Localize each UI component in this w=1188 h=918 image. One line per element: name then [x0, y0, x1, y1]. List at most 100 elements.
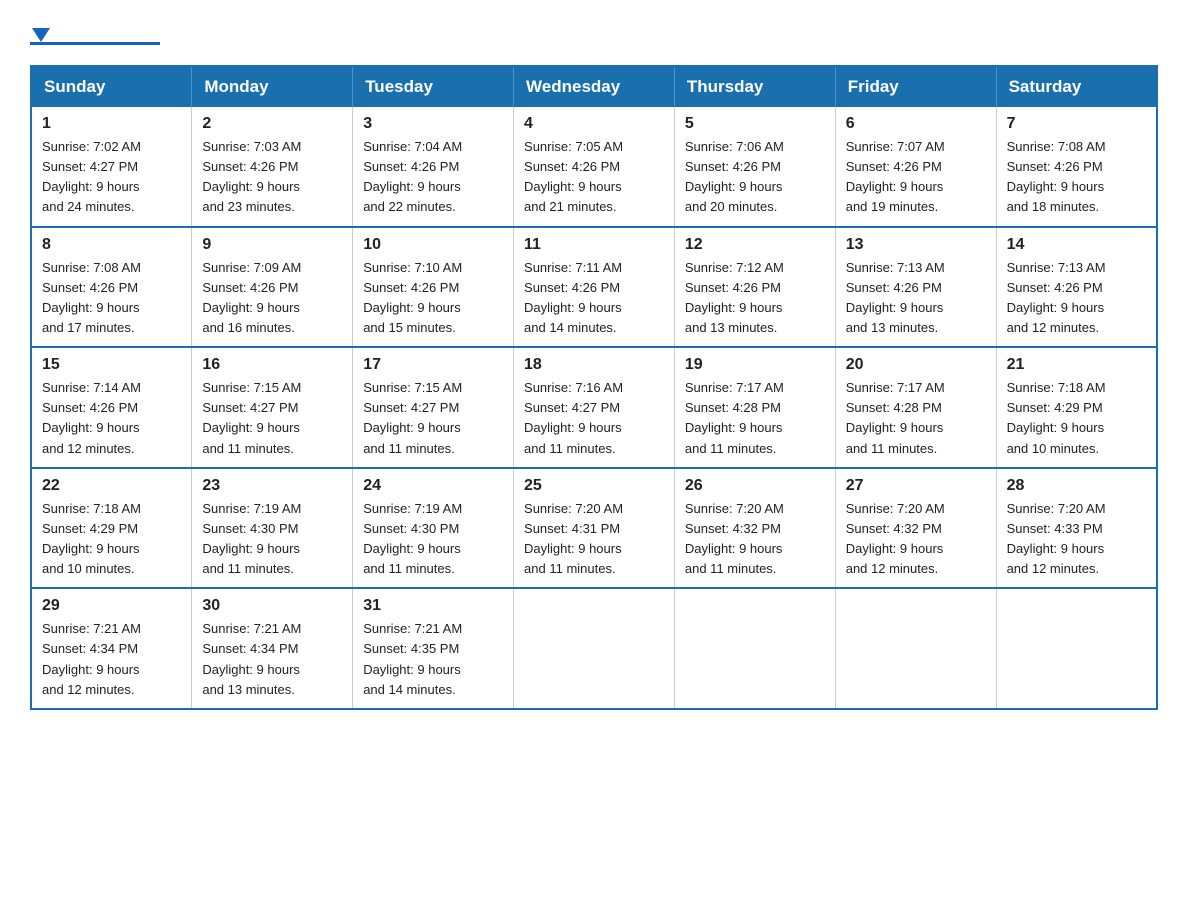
day-info: Sunrise: 7:09 AMSunset: 4:26 PMDaylight:… — [202, 260, 301, 335]
day-number: 9 — [202, 236, 342, 254]
calendar-day-cell: 9 Sunrise: 7:09 AMSunset: 4:26 PMDayligh… — [192, 227, 353, 348]
calendar-header-saturday: Saturday — [996, 66, 1157, 107]
calendar-day-cell: 18 Sunrise: 7:16 AMSunset: 4:27 PMDaylig… — [514, 347, 675, 468]
day-number: 12 — [685, 236, 825, 254]
day-number: 13 — [846, 236, 986, 254]
day-info: Sunrise: 7:16 AMSunset: 4:27 PMDaylight:… — [524, 380, 623, 455]
calendar-day-cell: 17 Sunrise: 7:15 AMSunset: 4:27 PMDaylig… — [353, 347, 514, 468]
calendar-day-cell: 10 Sunrise: 7:10 AMSunset: 4:26 PMDaylig… — [353, 227, 514, 348]
logo-arrow-icon — [32, 28, 50, 42]
calendar-day-cell: 2 Sunrise: 7:03 AMSunset: 4:26 PMDayligh… — [192, 107, 353, 227]
calendar-day-cell: 23 Sunrise: 7:19 AMSunset: 4:30 PMDaylig… — [192, 468, 353, 589]
day-number: 26 — [685, 477, 825, 495]
day-info: Sunrise: 7:06 AMSunset: 4:26 PMDaylight:… — [685, 139, 784, 214]
day-info: Sunrise: 7:13 AMSunset: 4:26 PMDaylight:… — [1007, 260, 1106, 335]
calendar-day-cell: 12 Sunrise: 7:12 AMSunset: 4:26 PMDaylig… — [674, 227, 835, 348]
day-info: Sunrise: 7:10 AMSunset: 4:26 PMDaylight:… — [363, 260, 462, 335]
calendar-day-cell: 30 Sunrise: 7:21 AMSunset: 4:34 PMDaylig… — [192, 588, 353, 709]
calendar-day-cell: 5 Sunrise: 7:06 AMSunset: 4:26 PMDayligh… — [674, 107, 835, 227]
day-info: Sunrise: 7:15 AMSunset: 4:27 PMDaylight:… — [363, 380, 462, 455]
calendar-day-cell: 1 Sunrise: 7:02 AMSunset: 4:27 PMDayligh… — [31, 107, 192, 227]
day-number: 2 — [202, 115, 342, 133]
calendar-week-row: 22 Sunrise: 7:18 AMSunset: 4:29 PMDaylig… — [31, 468, 1157, 589]
calendar-header-sunday: Sunday — [31, 66, 192, 107]
day-info: Sunrise: 7:08 AMSunset: 4:26 PMDaylight:… — [42, 260, 141, 335]
calendar-day-cell: 21 Sunrise: 7:18 AMSunset: 4:29 PMDaylig… — [996, 347, 1157, 468]
day-info: Sunrise: 7:20 AMSunset: 4:32 PMDaylight:… — [685, 501, 784, 576]
calendar-day-cell: 26 Sunrise: 7:20 AMSunset: 4:32 PMDaylig… — [674, 468, 835, 589]
day-info: Sunrise: 7:04 AMSunset: 4:26 PMDaylight:… — [363, 139, 462, 214]
logo-underline — [30, 42, 160, 45]
day-info: Sunrise: 7:18 AMSunset: 4:29 PMDaylight:… — [1007, 380, 1106, 455]
calendar-header-friday: Friday — [835, 66, 996, 107]
day-info: Sunrise: 7:07 AMSunset: 4:26 PMDaylight:… — [846, 139, 945, 214]
day-info: Sunrise: 7:17 AMSunset: 4:28 PMDaylight:… — [846, 380, 945, 455]
day-number: 3 — [363, 115, 503, 133]
calendar-week-row: 15 Sunrise: 7:14 AMSunset: 4:26 PMDaylig… — [31, 347, 1157, 468]
logo — [30, 20, 160, 45]
day-info: Sunrise: 7:17 AMSunset: 4:28 PMDaylight:… — [685, 380, 784, 455]
calendar-day-cell: 7 Sunrise: 7:08 AMSunset: 4:26 PMDayligh… — [996, 107, 1157, 227]
day-number: 22 — [42, 477, 181, 495]
day-info: Sunrise: 7:19 AMSunset: 4:30 PMDaylight:… — [363, 501, 462, 576]
calendar-day-cell: 3 Sunrise: 7:04 AMSunset: 4:26 PMDayligh… — [353, 107, 514, 227]
calendar-day-cell: 20 Sunrise: 7:17 AMSunset: 4:28 PMDaylig… — [835, 347, 996, 468]
calendar-day-cell: 28 Sunrise: 7:20 AMSunset: 4:33 PMDaylig… — [996, 468, 1157, 589]
calendar-day-cell: 27 Sunrise: 7:20 AMSunset: 4:32 PMDaylig… — [835, 468, 996, 589]
calendar-day-cell: 8 Sunrise: 7:08 AMSunset: 4:26 PMDayligh… — [31, 227, 192, 348]
day-number: 8 — [42, 236, 181, 254]
day-number: 20 — [846, 356, 986, 374]
day-number: 7 — [1007, 115, 1146, 133]
calendar-header-row: SundayMondayTuesdayWednesdayThursdayFrid… — [31, 66, 1157, 107]
calendar-empty-cell — [835, 588, 996, 709]
day-info: Sunrise: 7:12 AMSunset: 4:26 PMDaylight:… — [685, 260, 784, 335]
calendar-day-cell: 31 Sunrise: 7:21 AMSunset: 4:35 PMDaylig… — [353, 588, 514, 709]
day-info: Sunrise: 7:20 AMSunset: 4:33 PMDaylight:… — [1007, 501, 1106, 576]
calendar-empty-cell — [674, 588, 835, 709]
day-number: 17 — [363, 356, 503, 374]
calendar-day-cell: 24 Sunrise: 7:19 AMSunset: 4:30 PMDaylig… — [353, 468, 514, 589]
calendar-week-row: 29 Sunrise: 7:21 AMSunset: 4:34 PMDaylig… — [31, 588, 1157, 709]
calendar-empty-cell — [996, 588, 1157, 709]
day-info: Sunrise: 7:21 AMSunset: 4:35 PMDaylight:… — [363, 621, 462, 696]
day-number: 11 — [524, 236, 664, 254]
calendar-day-cell: 29 Sunrise: 7:21 AMSunset: 4:34 PMDaylig… — [31, 588, 192, 709]
day-info: Sunrise: 7:21 AMSunset: 4:34 PMDaylight:… — [42, 621, 141, 696]
day-info: Sunrise: 7:21 AMSunset: 4:34 PMDaylight:… — [202, 621, 301, 696]
day-number: 18 — [524, 356, 664, 374]
calendar-day-cell: 4 Sunrise: 7:05 AMSunset: 4:26 PMDayligh… — [514, 107, 675, 227]
calendar-day-cell: 25 Sunrise: 7:20 AMSunset: 4:31 PMDaylig… — [514, 468, 675, 589]
day-info: Sunrise: 7:03 AMSunset: 4:26 PMDaylight:… — [202, 139, 301, 214]
day-number: 5 — [685, 115, 825, 133]
day-info: Sunrise: 7:19 AMSunset: 4:30 PMDaylight:… — [202, 501, 301, 576]
day-info: Sunrise: 7:15 AMSunset: 4:27 PMDaylight:… — [202, 380, 301, 455]
day-info: Sunrise: 7:13 AMSunset: 4:26 PMDaylight:… — [846, 260, 945, 335]
calendar-day-cell: 14 Sunrise: 7:13 AMSunset: 4:26 PMDaylig… — [996, 227, 1157, 348]
day-info: Sunrise: 7:14 AMSunset: 4:26 PMDaylight:… — [42, 380, 141, 455]
day-number: 27 — [846, 477, 986, 495]
day-number: 30 — [202, 597, 342, 615]
day-number: 4 — [524, 115, 664, 133]
calendar-day-cell: 15 Sunrise: 7:14 AMSunset: 4:26 PMDaylig… — [31, 347, 192, 468]
calendar-empty-cell — [514, 588, 675, 709]
day-number: 23 — [202, 477, 342, 495]
calendar-day-cell: 11 Sunrise: 7:11 AMSunset: 4:26 PMDaylig… — [514, 227, 675, 348]
calendar-header-monday: Monday — [192, 66, 353, 107]
day-info: Sunrise: 7:02 AMSunset: 4:27 PMDaylight:… — [42, 139, 141, 214]
day-number: 10 — [363, 236, 503, 254]
calendar-header-tuesday: Tuesday — [353, 66, 514, 107]
calendar-week-row: 1 Sunrise: 7:02 AMSunset: 4:27 PMDayligh… — [31, 107, 1157, 227]
calendar-table: SundayMondayTuesdayWednesdayThursdayFrid… — [30, 65, 1158, 710]
day-info: Sunrise: 7:20 AMSunset: 4:31 PMDaylight:… — [524, 501, 623, 576]
day-info: Sunrise: 7:18 AMSunset: 4:29 PMDaylight:… — [42, 501, 141, 576]
day-number: 31 — [363, 597, 503, 615]
calendar-header-wednesday: Wednesday — [514, 66, 675, 107]
day-info: Sunrise: 7:20 AMSunset: 4:32 PMDaylight:… — [846, 501, 945, 576]
day-number: 24 — [363, 477, 503, 495]
day-info: Sunrise: 7:05 AMSunset: 4:26 PMDaylight:… — [524, 139, 623, 214]
calendar-week-row: 8 Sunrise: 7:08 AMSunset: 4:26 PMDayligh… — [31, 227, 1157, 348]
day-number: 14 — [1007, 236, 1146, 254]
day-number: 15 — [42, 356, 181, 374]
day-number: 29 — [42, 597, 181, 615]
day-info: Sunrise: 7:11 AMSunset: 4:26 PMDaylight:… — [524, 260, 622, 335]
